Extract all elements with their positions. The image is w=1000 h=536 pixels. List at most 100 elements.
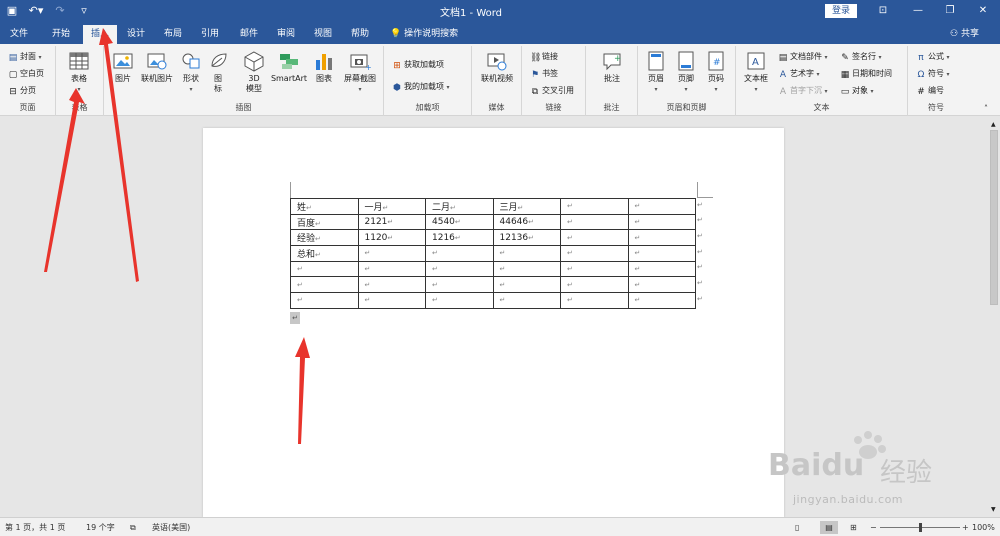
table-cell[interactable]: 二月↵ bbox=[425, 198, 494, 215]
tab-home[interactable]: 开始 bbox=[44, 25, 78, 44]
signature-line-button[interactable]: ✎ 签名行 ▾ bbox=[840, 50, 881, 64]
tab-references[interactable]: 引用 bbox=[195, 25, 225, 44]
table-cell[interactable]: 总和↵ bbox=[290, 245, 359, 262]
my-addins-button[interactable]: ⬢ 我的加载项 ▾ bbox=[392, 80, 450, 94]
equation-button[interactable]: π 公式 ▾ bbox=[916, 50, 949, 64]
restore-icon[interactable]: ❐ bbox=[940, 2, 960, 20]
zoom-out-icon[interactable]: − bbox=[870, 521, 877, 534]
table-cell[interactable]: ↵ bbox=[290, 276, 359, 294]
table-cell[interactable]: ↵ bbox=[627, 198, 696, 215]
table-cell[interactable]: ↵ bbox=[425, 292, 494, 309]
close-icon[interactable]: ✕ bbox=[973, 2, 993, 20]
icons-button[interactable]: 图 标 bbox=[208, 50, 228, 94]
table-cell[interactable]: 1216↵ bbox=[425, 229, 494, 247]
shapes-button[interactable]: 形状 ▾ bbox=[178, 50, 204, 95]
table-cell[interactable]: 12136↵ bbox=[492, 229, 561, 247]
proofing-icon[interactable]: ⧉ bbox=[130, 521, 136, 534]
tab-view[interactable]: 视图 bbox=[308, 25, 338, 44]
picture-button[interactable]: 图片 bbox=[110, 50, 136, 84]
tab-design[interactable]: 设计 bbox=[121, 25, 151, 44]
scrollbar-thumb[interactable] bbox=[990, 130, 998, 305]
table-cell[interactable]: 姓↵ bbox=[290, 198, 359, 215]
screenshot-button[interactable]: + 屏幕截图 ▾ bbox=[340, 50, 380, 95]
zoom-level[interactable]: 100% bbox=[972, 521, 995, 534]
link-button[interactable]: ⛓链接 bbox=[530, 50, 558, 64]
table-cell[interactable]: 1120↵ bbox=[357, 229, 426, 247]
symbol-button[interactable]: Ω 符号 ▾ bbox=[916, 67, 950, 81]
cross-reference-button[interactable]: ⧉ 交叉引用 bbox=[530, 84, 574, 98]
table-cell[interactable]: ↵ bbox=[560, 198, 629, 215]
page-break-button[interactable]: ⊟ 分页 bbox=[8, 84, 36, 98]
tab-mailings[interactable]: 邮件 bbox=[234, 25, 264, 44]
table-cell[interactable]: ↵ bbox=[560, 292, 629, 309]
language[interactable]: 英语(美国) bbox=[152, 521, 190, 534]
tab-layout[interactable]: 布局 bbox=[158, 25, 188, 44]
3d-models-button[interactable]: 3D 模型 bbox=[242, 50, 266, 94]
table-cell[interactable]: ↵ bbox=[627, 292, 696, 309]
table-cell[interactable]: ↵ bbox=[627, 229, 696, 247]
table-cell[interactable]: 2121↵ bbox=[357, 213, 426, 231]
online-video-button[interactable]: 联机视频 bbox=[476, 50, 518, 84]
document-table[interactable]: 姓↵ 一月↵ 二月↵ 三月↵ ↵ ↵ 百度↵ 2121↵ 4540↵ 44646↵ ↵ ↵ 经验↵ 112… bbox=[290, 198, 696, 309]
wordart-button[interactable]: A 艺术字 ▾ bbox=[778, 67, 820, 81]
table-cell[interactable]: ↵ bbox=[560, 276, 629, 294]
table-cell[interactable]: 百度↵ bbox=[290, 213, 359, 231]
web-layout-icon[interactable]: ⊞ bbox=[850, 521, 857, 534]
table-cell[interactable]: ↵ bbox=[492, 260, 561, 278]
undo-icon[interactable]: ↶▾ bbox=[28, 3, 44, 19]
table-cell[interactable]: ↵ bbox=[560, 229, 629, 247]
table-cell[interactable]: ↵ bbox=[357, 245, 426, 262]
table-cell[interactable]: ↵ bbox=[627, 213, 696, 231]
collapse-ribbon-icon[interactable]: ˄ bbox=[984, 102, 988, 116]
tell-me-search[interactable]: 💡 操作说明搜索 bbox=[390, 25, 458, 44]
word-count[interactable]: 19 个字 bbox=[86, 521, 115, 534]
print-layout-icon[interactable]: ▤ bbox=[820, 521, 838, 534]
footer-button[interactable]: 页脚 ▾ bbox=[672, 50, 700, 95]
chart-button[interactable]: 图表 bbox=[312, 50, 336, 84]
scroll-up-icon[interactable]: ▲ bbox=[991, 118, 996, 132]
read-mode-icon[interactable]: ▯ bbox=[795, 521, 799, 534]
login-button[interactable]: 登录 bbox=[825, 4, 857, 18]
redo-icon[interactable]: ↷ bbox=[52, 3, 68, 19]
table-cell[interactable]: 44646↵ bbox=[492, 213, 561, 231]
header-button[interactable]: 页眉 ▾ bbox=[642, 50, 670, 95]
table-cell[interactable]: ↵ bbox=[492, 292, 561, 309]
customize-qat-icon[interactable]: ▿ bbox=[76, 3, 92, 19]
table-row[interactable]: 总和↵ ↵ ↵ ↵ ↵ ↵ bbox=[290, 245, 696, 262]
table-cell[interactable]: ↵ bbox=[560, 245, 629, 262]
table-cell[interactable]: ↵ bbox=[492, 245, 561, 262]
save-icon[interactable]: ▣ bbox=[4, 3, 20, 19]
zoom-slider-thumb[interactable] bbox=[919, 523, 922, 532]
table-button[interactable]: 表格 ▾ bbox=[64, 50, 94, 95]
page-number-button[interactable]: # 页码 ▾ bbox=[702, 50, 730, 95]
table-cell[interactable]: 经验↵ bbox=[290, 229, 359, 247]
table-cell[interactable]: ↵ bbox=[627, 245, 696, 262]
quick-parts-button[interactable]: ▤ 文档部件 ▾ bbox=[778, 50, 828, 64]
table-cell[interactable]: ↵ bbox=[560, 260, 629, 278]
object-button[interactable]: ▭ 对象 ▾ bbox=[840, 84, 874, 98]
table-cell[interactable]: ↵ bbox=[425, 276, 494, 294]
comment-button[interactable]: + 批注 bbox=[596, 50, 628, 84]
blank-page-button[interactable]: ▢ 空白页 bbox=[8, 67, 44, 81]
share-button[interactable]: ⚇ 共享 bbox=[950, 25, 979, 44]
cover-page-button[interactable]: ▤ 封面 ▾ bbox=[8, 50, 42, 64]
table-cell[interactable]: ↵ bbox=[560, 213, 629, 231]
page-count[interactable]: 第 1 页，共 1 页 bbox=[5, 521, 65, 534]
table-row[interactable]: 姓↵ 一月↵ 二月↵ 三月↵ ↵ ↵ bbox=[290, 198, 696, 215]
table-cell[interactable]: ↵ bbox=[357, 260, 426, 278]
zoom-in-icon[interactable]: + bbox=[962, 521, 969, 534]
paragraph-mark[interactable]: ↵ bbox=[290, 312, 300, 324]
table-cell[interactable]: ↵ bbox=[492, 276, 561, 294]
table-row[interactable]: ↵ ↵ ↵ ↵ ↵ ↵ bbox=[290, 260, 696, 278]
number-button[interactable]: # 编号 bbox=[916, 84, 944, 98]
minimize-icon[interactable]: — bbox=[908, 2, 928, 20]
get-addins-button[interactable]: ⊞ 获取加载项 bbox=[392, 58, 444, 72]
date-time-button[interactable]: ▦ 日期和时间 bbox=[840, 67, 892, 81]
table-cell[interactable]: ↵ bbox=[627, 276, 696, 294]
textbox-button[interactable]: A 文本框 ▾ bbox=[740, 50, 772, 95]
table-cell[interactable]: ↵ bbox=[290, 292, 359, 309]
table-cell[interactable]: ↵ bbox=[357, 292, 426, 309]
tab-insert[interactable]: 插入 bbox=[83, 25, 117, 44]
table-cell[interactable]: 一月↵ bbox=[357, 198, 426, 215]
table-cell[interactable]: ↵ bbox=[357, 276, 426, 294]
